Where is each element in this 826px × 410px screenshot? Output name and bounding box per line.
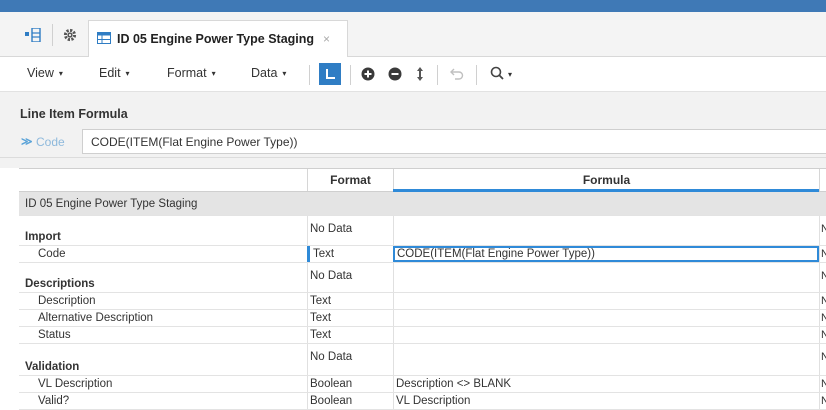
line-item-name: Description (38, 295, 96, 307)
menu-format-label: Format (167, 66, 207, 80)
app-top-bar (0, 0, 826, 12)
table-cell (819, 192, 826, 215)
formula-panel: Line Item Formula ≫ Code CODE(ITEM(Flat … (0, 92, 826, 158)
line-item-name: Valid? (38, 395, 70, 407)
menu-data[interactable]: Data ▾ (251, 66, 286, 80)
sort-icon[interactable] (409, 63, 431, 85)
module-title-row: ID 05 Engine Power Type Staging (19, 192, 826, 216)
format-cell[interactable]: Text (307, 310, 393, 326)
toolbar-separator (476, 65, 477, 85)
formula-cell[interactable] (393, 293, 819, 309)
formula-panel-title: Line Item Formula (20, 107, 128, 121)
table-row[interactable]: Validation No Data N (19, 344, 826, 376)
column-header-format[interactable]: Format (307, 169, 393, 191)
table-row[interactable]: Import No Data N (19, 216, 826, 246)
format-cell[interactable]: Boolean (307, 393, 393, 409)
format-cell[interactable]: No Data (307, 344, 393, 375)
formula-cell[interactable]: VL Description (393, 393, 819, 409)
remove-circle-icon[interactable] (384, 63, 406, 85)
table-cell[interactable]: N (819, 327, 826, 343)
table-cell[interactable]: N (819, 393, 826, 409)
formula-cell[interactable] (393, 310, 819, 326)
menu-format[interactable]: Format ▾ (167, 66, 216, 80)
toolbar-separator (350, 65, 351, 85)
toolbar-separator (437, 65, 438, 85)
table-cell (307, 192, 393, 215)
table-cell[interactable]: N (819, 293, 826, 309)
table-row[interactable]: Alternative Description Text N (19, 310, 826, 327)
line-item-name: VL Description (38, 378, 113, 390)
grid-layout-icon[interactable] (18, 20, 48, 50)
table-row[interactable]: Descriptions No Data N (19, 263, 826, 293)
table-row[interactable]: Status Text N (19, 327, 826, 344)
table-cell[interactable]: N (819, 216, 826, 245)
chevron-down-icon: ▾ (507, 69, 512, 79)
formula-cell[interactable] (393, 263, 819, 292)
chevron-down-icon: ▾ (58, 69, 63, 78)
chevron-down-icon: ▾ (125, 69, 130, 78)
close-icon[interactable]: × (323, 32, 330, 46)
menu-view-label: View (27, 66, 54, 80)
format-cell[interactable]: Text (307, 293, 393, 309)
tab-module[interactable]: ID 05 Engine Power Type Staging × (88, 20, 348, 57)
gear-icon[interactable] (55, 20, 85, 50)
toolbar-separator (309, 65, 310, 85)
table-row[interactable]: VL Description Boolean Description <> BL… (19, 376, 826, 393)
format-cell[interactable]: Boolean (307, 376, 393, 392)
selection-marker (307, 246, 310, 262)
table-cell[interactable]: N (819, 310, 826, 326)
table-cell[interactable]: N (819, 344, 826, 375)
grid-header: Format Formula (19, 168, 826, 192)
line-item-name: Code (38, 248, 66, 260)
undo-icon[interactable] (446, 63, 468, 85)
search-button[interactable]: ▾ (484, 63, 518, 85)
formula-cell-selected[interactable]: CODE(ITEM(Flat Engine Power Type)) (393, 246, 819, 262)
column-header-formula[interactable]: Formula (393, 169, 819, 191)
line-item-name: Alternative Description (38, 312, 154, 324)
table-row[interactable]: Valid? Boolean VL Description N (19, 393, 826, 410)
table-row[interactable]: Code Text CODE(ITEM(Flat Engine Power Ty… (19, 246, 826, 263)
column-header-extra[interactable] (819, 169, 826, 191)
formula-cell[interactable] (393, 327, 819, 343)
tab-title: ID 05 Engine Power Type Staging (117, 32, 315, 46)
table-cell[interactable]: N (819, 376, 826, 392)
formula-cell[interactable] (393, 344, 819, 375)
chevron-down-icon: ▾ (282, 69, 287, 78)
line-item-name: Status (38, 329, 71, 341)
module-title: ID 05 Engine Power Type Staging (19, 192, 307, 215)
tab-separator (52, 24, 53, 46)
blueprint-grid: Format Formula ID 05 Engine Power Type S… (19, 168, 826, 410)
table-row[interactable]: Description Text N (19, 293, 826, 310)
search-icon (490, 66, 504, 83)
line-item-name: Validation (25, 361, 80, 373)
line-item-name: Import (25, 231, 61, 243)
line-item-name: Descriptions (25, 278, 95, 290)
table-cell[interactable]: N (819, 263, 826, 292)
format-cell[interactable]: Text (307, 246, 393, 262)
chevron-expand-icon[interactable]: ≫ (21, 135, 33, 148)
menu-edit[interactable]: Edit ▾ (99, 66, 130, 80)
module-icon (97, 31, 111, 47)
menu-view[interactable]: View ▾ (27, 66, 63, 80)
table-cell (393, 192, 819, 215)
menu-data-label: Data (251, 66, 278, 80)
format-cell[interactable]: No Data (307, 263, 393, 292)
formula-cell[interactable] (393, 216, 819, 245)
table-cell[interactable]: N (819, 246, 826, 262)
add-circle-icon[interactable] (357, 63, 379, 85)
toolbar: View ▾ Edit ▾ Format ▾ Data ▾ ▾ (0, 57, 826, 92)
grid-spacer (0, 158, 826, 168)
chevron-down-icon: ▾ (211, 69, 216, 78)
menu-edit-label: Edit (99, 66, 121, 80)
pointer-icon[interactable] (319, 63, 341, 85)
formula-cell[interactable]: Description <> BLANK (393, 376, 819, 392)
format-cell[interactable]: No Data (307, 216, 393, 245)
formula-input[interactable]: CODE(ITEM(Flat Engine Power Type)) (82, 129, 826, 154)
tab-bar: ID 05 Engine Power Type Staging × (0, 12, 826, 57)
format-cell[interactable]: Text (307, 327, 393, 343)
formula-field-label: Code (36, 135, 65, 149)
